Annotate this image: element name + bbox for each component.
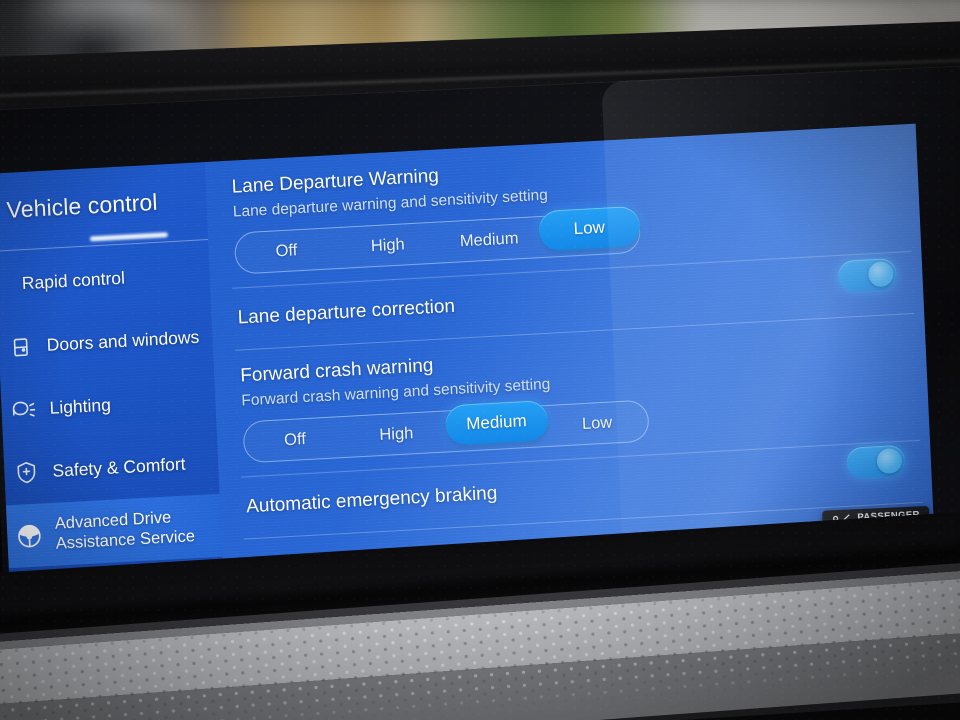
segment-off[interactable]: Off xyxy=(244,427,346,451)
settings-list[interactable]: Lane Departure Warning Lane departure wa… xyxy=(204,123,935,586)
sidebar-item-label: Lighting xyxy=(49,394,112,419)
sidebar-title-underline xyxy=(89,232,168,242)
segment-high[interactable]: High xyxy=(345,422,447,446)
sidebar-item-label: Rapid control xyxy=(21,267,126,294)
sidebar-item-safety-and-comfort[interactable]: Safety & Comfort xyxy=(3,431,220,506)
sidebar-item-label: Safety & Comfort xyxy=(51,453,186,481)
sensitivity-segmented-control-lane-departure[interactable]: Off High Medium Low xyxy=(233,205,642,275)
segment-low[interactable]: Low xyxy=(546,411,648,435)
setting-title: Lane departure correction xyxy=(237,295,456,329)
toggle-knob xyxy=(867,260,894,287)
shield-plus-icon xyxy=(12,458,41,487)
toggle-automatic-emergency-braking[interactable] xyxy=(846,444,906,479)
sidebar-item-label: Doors and windows xyxy=(46,326,200,356)
toggle-knob xyxy=(876,447,903,474)
sidebar-item-lighting[interactable]: Lighting xyxy=(0,368,217,443)
segment-low[interactable]: Low xyxy=(537,205,641,252)
sidebar-item-label: Advanced Drive Assistance Service xyxy=(54,507,195,553)
segment-medium[interactable]: Medium xyxy=(438,228,540,252)
segment-medium[interactable]: Medium xyxy=(444,399,549,446)
setting-title: Automatic emergency braking xyxy=(245,482,498,518)
segment-off[interactable]: Off xyxy=(235,239,337,263)
door-icon xyxy=(6,332,35,361)
segment-high[interactable]: High xyxy=(337,233,439,257)
headlight-icon xyxy=(9,395,38,424)
photo-scene: Vehicle control Rapid control Doors and … xyxy=(0,0,960,720)
sidebar-item-advanced-drive-assistance-service[interactable]: Advanced Drive Assistance Service xyxy=(5,493,223,569)
sidebar-item-doors-and-windows[interactable]: Doors and windows xyxy=(0,305,214,380)
sidebar-item-rapid-control[interactable]: Rapid control xyxy=(0,242,211,317)
sensitivity-segmented-control-forward-crash[interactable]: Off High Medium Low xyxy=(242,399,650,464)
toggle-lane-departure-correction[interactable] xyxy=(837,257,898,292)
page-title: Vehicle control xyxy=(5,188,159,223)
steering-wheel-icon xyxy=(15,521,44,550)
sidebar-nav-list[interactable]: Rapid control Doors and windows Lighting… xyxy=(0,242,225,598)
sidebar[interactable]: Vehicle control Rapid control Doors and … xyxy=(0,162,225,598)
